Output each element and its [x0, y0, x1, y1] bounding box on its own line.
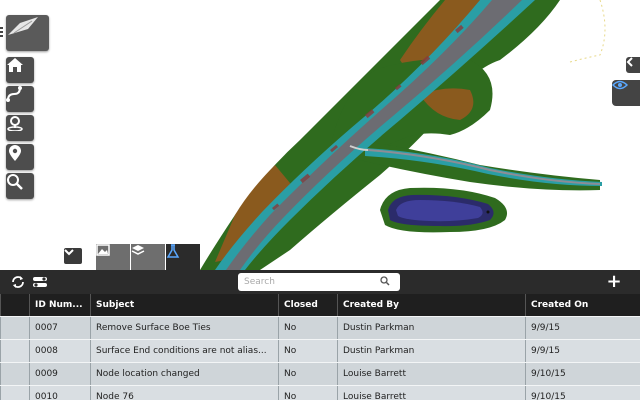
filter-toggle-button[interactable]	[31, 274, 49, 290]
column-header-created-by[interactable]: Created By	[337, 294, 525, 316]
closed-cell: No	[278, 340, 337, 362]
subject-cell: Node 76	[90, 386, 278, 400]
flask-icon	[166, 244, 180, 258]
image-icon	[96, 244, 110, 256]
chevron-left-icon	[626, 57, 633, 67]
created-on-cell: 9/10/15	[525, 386, 638, 400]
search-icon[interactable]	[380, 276, 390, 286]
table-row[interactable]: 0008 Surface End conditions are not alia…	[0, 339, 640, 362]
alignment-path-icon	[6, 86, 22, 102]
home-button[interactable]	[6, 57, 34, 83]
subject-cell: Surface End conditions are not alias...	[90, 340, 278, 362]
road-perspective-icon	[8, 17, 38, 35]
created-by-cell: Louise Barrett	[337, 386, 525, 400]
search-input[interactable]	[244, 274, 374, 290]
column-header-id[interactable]: ID Num...	[29, 294, 90, 316]
id-cell: 0007	[29, 317, 90, 339]
created-on-cell: 9/9/15	[525, 317, 638, 339]
table-header: ID Num... Subject Closed Created By Crea…	[0, 294, 640, 316]
visibility-button[interactable]	[612, 80, 640, 106]
collapse-right-panel-button[interactable]	[626, 57, 640, 73]
created-by-cell: Dustin Parkman	[337, 317, 525, 339]
table-row[interactable]: 0009 Node location changed No Louise Bar…	[0, 362, 640, 385]
search-box	[238, 273, 400, 291]
table-row[interactable]: 0010 Node 76 No Louise Barrett 9/10/15	[0, 385, 640, 400]
refresh-icon	[12, 276, 24, 288]
tab-issues[interactable]	[166, 244, 200, 270]
id-cell: 0009	[29, 363, 90, 385]
id-cell: 0008	[29, 340, 90, 362]
app-window: + ID Num... Subject Closed Created By Cr…	[0, 0, 640, 400]
toggle-switch-icon	[33, 277, 47, 287]
issues-table: ID Num... Subject Closed Created By Crea…	[0, 294, 640, 400]
map-marker-button[interactable]	[6, 144, 34, 170]
row-select-cell[interactable]	[0, 386, 29, 400]
location-search-button[interactable]	[6, 115, 34, 141]
row-select-cell[interactable]	[0, 340, 29, 362]
view-cube-button[interactable]	[6, 15, 49, 51]
table-row[interactable]: 0007 Remove Surface Boe Ties No Dustin P…	[0, 316, 640, 339]
closed-cell: No	[278, 363, 337, 385]
terrain-model[interactable]	[0, 0, 640, 270]
alignment-button[interactable]	[6, 86, 34, 112]
collapse-panel-button[interactable]	[64, 248, 82, 264]
add-issue-button[interactable]: +	[604, 273, 624, 291]
column-header-select[interactable]	[0, 294, 29, 316]
home-icon	[7, 58, 23, 72]
eye-icon	[612, 80, 628, 90]
table-body: 0007 Remove Surface Boe Ties No Dustin P…	[0, 316, 640, 400]
panel-toolbar: +	[0, 270, 640, 294]
row-select-cell[interactable]	[0, 317, 29, 339]
column-header-closed[interactable]: Closed	[278, 294, 337, 316]
created-by-cell: Dustin Parkman	[337, 340, 525, 362]
column-header-subject[interactable]: Subject	[90, 294, 278, 316]
location-search-icon	[7, 116, 23, 131]
id-cell: 0010	[29, 386, 90, 400]
zoom-button[interactable]	[6, 173, 34, 199]
created-on-cell: 9/9/15	[525, 340, 638, 362]
toolbar-grip-handle[interactable]	[0, 27, 4, 39]
column-header-created-on[interactable]: Created On	[525, 294, 638, 316]
model-viewport[interactable]	[0, 0, 640, 270]
layers-icon	[131, 245, 145, 255]
closed-cell: No	[278, 386, 337, 400]
map-marker-icon	[9, 145, 21, 161]
closed-cell: No	[278, 317, 337, 339]
subject-cell: Node location changed	[90, 363, 278, 385]
created-on-cell: 9/10/15	[525, 363, 638, 385]
created-by-cell: Louise Barrett	[337, 363, 525, 385]
subject-cell: Remove Surface Boe Ties	[90, 317, 278, 339]
tab-images[interactable]	[96, 244, 130, 270]
tab-layers[interactable]	[131, 244, 165, 270]
row-select-cell[interactable]	[0, 363, 29, 385]
chevron-down-icon	[64, 249, 74, 256]
issues-panel: + ID Num... Subject Closed Created By Cr…	[0, 270, 640, 400]
refresh-button[interactable]	[10, 274, 26, 290]
magnify-icon	[7, 174, 23, 190]
